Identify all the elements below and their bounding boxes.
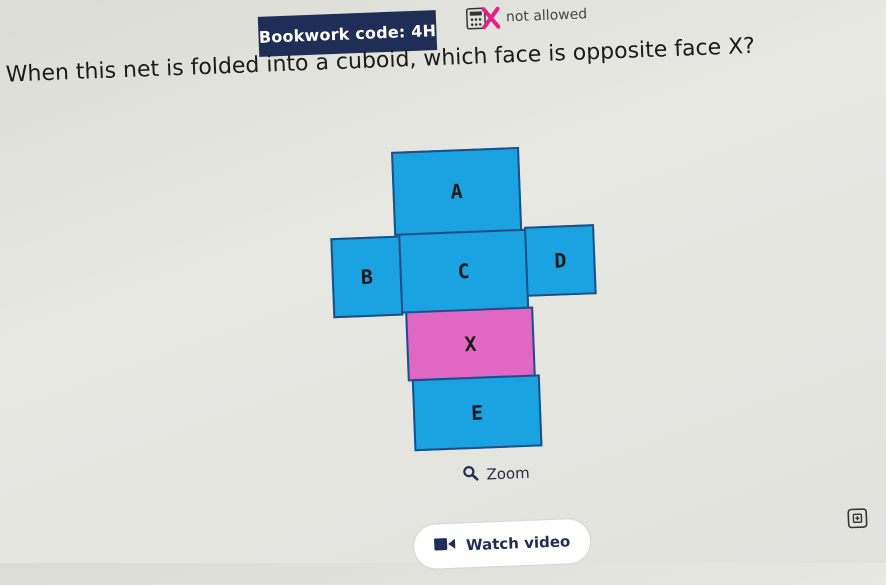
watch-video-button[interactable]: Watch video [413, 519, 591, 570]
video-camera-icon [434, 537, 457, 556]
calculator-status-text: not allowed [506, 6, 588, 25]
zoom-label: Zoom [486, 464, 530, 484]
face-x-label: X [464, 332, 477, 356]
zoom-button[interactable]: Zoom [462, 463, 530, 486]
expand-icon[interactable] [847, 508, 868, 529]
net-face-b: B [330, 236, 403, 319]
calculator-crossed-icon [466, 6, 501, 31]
cuboid-net: A B C D X E [327, 144, 618, 455]
face-a-label: A [450, 179, 463, 203]
question-page: Bookwork code: 4H not allowed When this … [0, 0, 886, 580]
net-face-e: E [412, 374, 543, 451]
face-d-label: D [554, 248, 567, 272]
face-c-label: C [457, 259, 470, 283]
face-b-label: B [360, 265, 373, 289]
net-face-d: D [524, 224, 597, 297]
watch-video-label: Watch video [466, 532, 571, 554]
net-face-a: A [391, 147, 522, 236]
magnifier-icon [462, 465, 479, 486]
face-e-label: E [471, 401, 484, 425]
net-face-c: C [398, 229, 529, 314]
net-face-x: X [405, 307, 536, 382]
bookwork-code-text: Bookwork code: 4H [258, 21, 436, 47]
calculator-status: not allowed [466, 2, 588, 31]
